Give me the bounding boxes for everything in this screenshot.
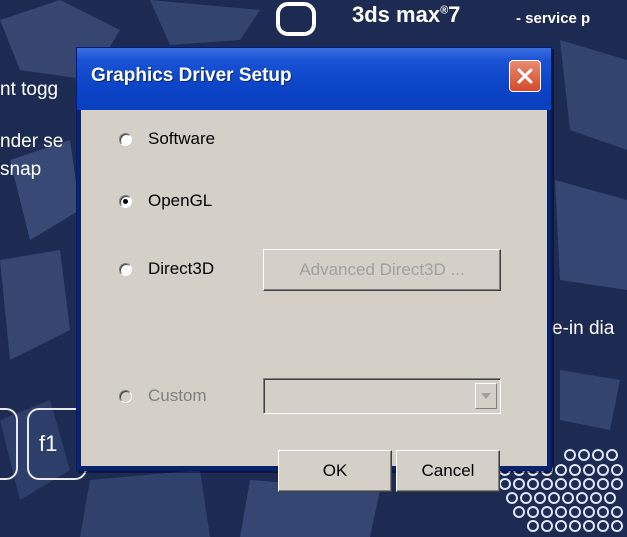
radio-button-icon[interactable]: [119, 262, 132, 276]
background-text-fragment: nt togg: [0, 79, 59, 100]
3ds-max-logo-icon: [276, 2, 316, 36]
product-logo-text: 3ds max®7: [352, 2, 461, 27]
radio-option-opengl[interactable]: OpenGL: [119, 189, 212, 213]
close-button[interactable]: [509, 60, 541, 92]
radio-option-custom[interactable]: Custom: [119, 384, 207, 408]
function-key-icon: [0, 408, 18, 480]
radio-label: OpenGL: [148, 191, 213, 210]
dialog-titlebar[interactable]: Graphics Driver Setup: [77, 48, 551, 110]
radio-button-disabled-icon[interactable]: [119, 389, 132, 403]
ok-button[interactable]: OK: [278, 450, 392, 492]
radio-option-software[interactable]: Software: [119, 127, 215, 151]
product-subtitle: - service p: [516, 10, 591, 27]
dialog-client-area: Software OpenGL Direct3D Advanced Direct…: [81, 110, 547, 492]
background-text-fragment: nder se: [0, 131, 64, 152]
radio-label: Custom: [148, 386, 207, 405]
radio-label: Direct3D: [148, 259, 215, 278]
radio-label: Software: [148, 129, 216, 148]
radio-button-checked-icon[interactable]: [119, 194, 132, 208]
advanced-direct3d-button[interactable]: Advanced Direct3D ...: [263, 249, 501, 291]
radio-button-icon[interactable]: [119, 132, 132, 146]
background-text-fragment: e-in dia: [552, 318, 615, 339]
chevron-down-icon: [481, 393, 491, 399]
close-icon: [517, 68, 533, 84]
dropdown-arrow-button[interactable]: [475, 383, 497, 409]
custom-driver-select[interactable]: [263, 378, 501, 414]
graphics-driver-setup-dialog: Graphics Driver Setup Software OpenGL Di…: [76, 47, 552, 492]
radio-option-direct3d[interactable]: Direct3D: [119, 257, 214, 281]
background-text-fragment: snap: [0, 159, 42, 180]
dialog-title: Graphics Driver Setup: [91, 65, 292, 86]
cancel-button[interactable]: Cancel: [396, 450, 500, 492]
